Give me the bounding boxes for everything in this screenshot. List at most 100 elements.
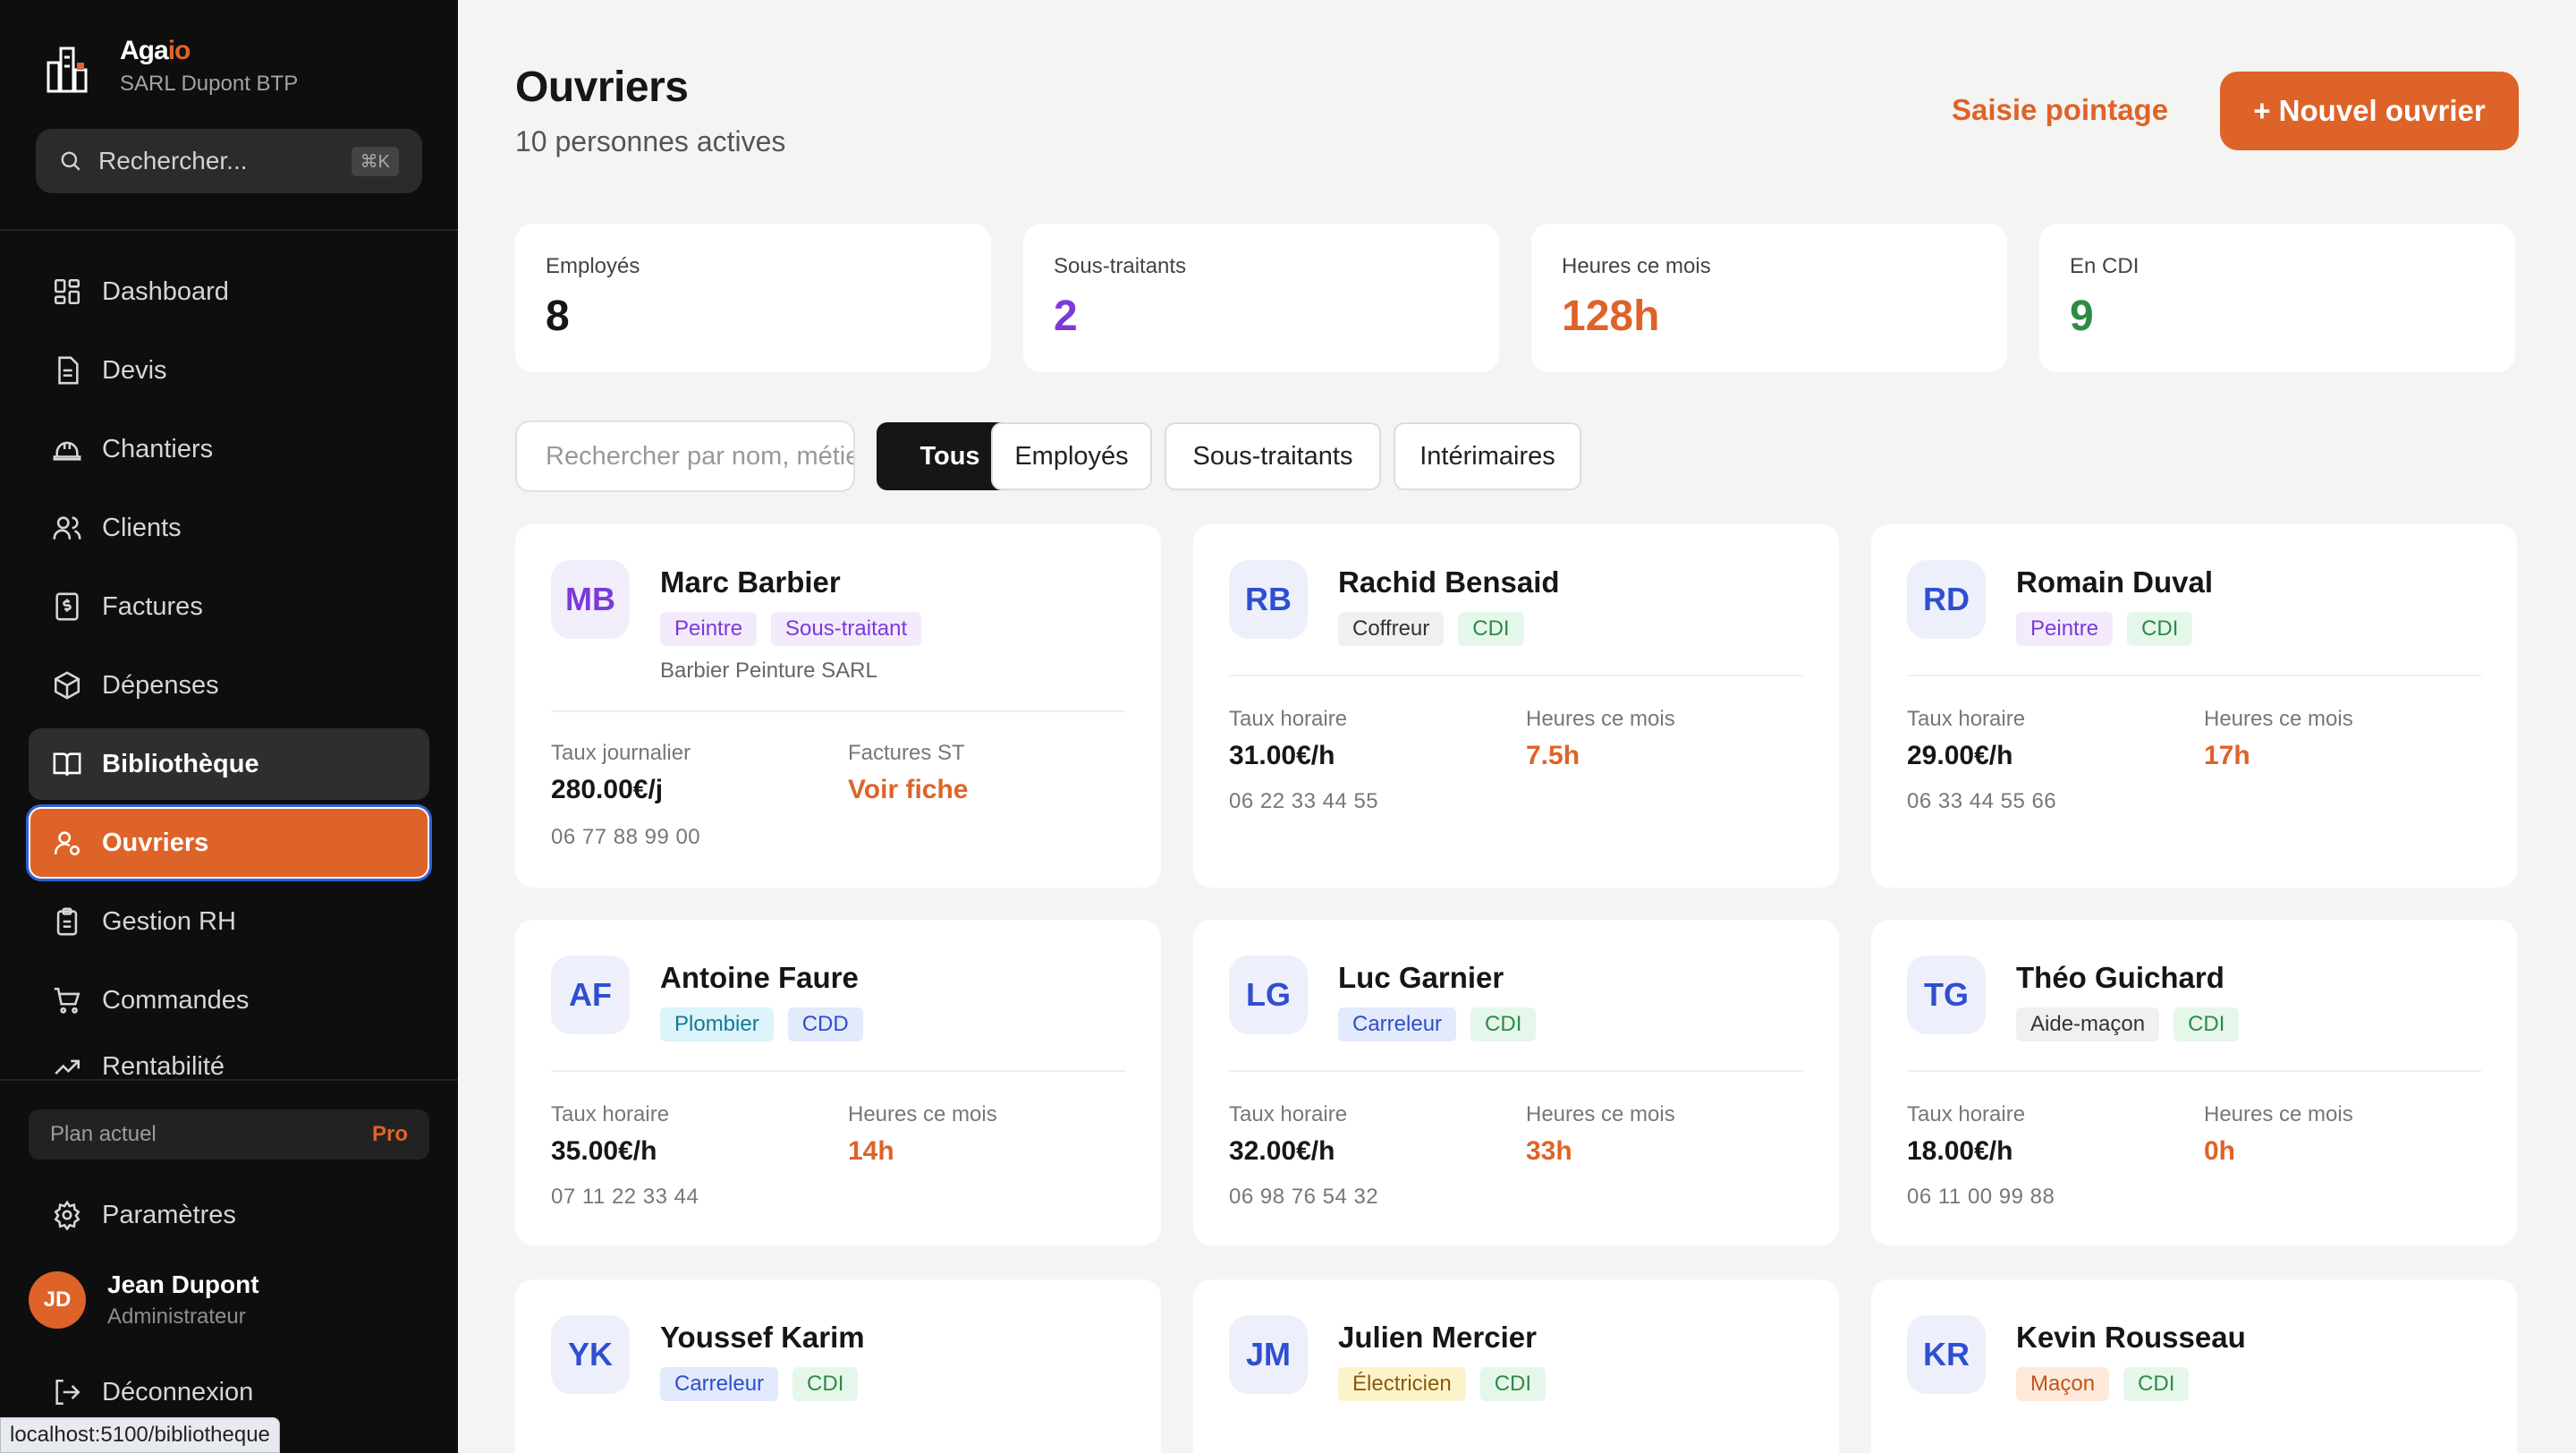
metric-rate: Taux journalier 280.00€/j [551, 741, 691, 805]
sidebar-item-depenses[interactable]: Dépenses [29, 650, 429, 721]
invoice-icon [55, 592, 79, 621]
metric-value: 32.00€/h [1229, 1136, 1335, 1166]
stat-card-heures: Heures ce mois 128h [1531, 224, 2007, 372]
worker-card[interactable]: TG Théo Guichard Aide-maçon CDI Taux hor… [1871, 920, 2517, 1245]
contract-tag: CDI [2123, 1367, 2190, 1401]
sidebar-item-gestion-rh[interactable]: Gestion RH [29, 886, 429, 957]
avatar: TG [1907, 956, 1986, 1034]
metric-label: Factures ST [848, 741, 965, 765]
metric-rate: Taux horaire 35.00€/h [551, 1102, 669, 1167]
contract-tag: CDI [1479, 1367, 1546, 1401]
sidebar-item-devis[interactable]: Devis [29, 335, 429, 406]
sidebar-item-parametres[interactable]: Paramètres [29, 1179, 429, 1251]
user-profile[interactable]: JD Jean Dupont Administrateur [29, 1270, 259, 1330]
metric-value: 7.5h [1526, 741, 1580, 770]
contract-tag: CDI [1458, 612, 1524, 646]
contract-tag: CDI [2127, 612, 2193, 646]
worker-search-input[interactable]: Rechercher par nom, métier... [515, 421, 855, 492]
worker-phone: 06 33 44 55 66 [1907, 789, 2057, 813]
brand[interactable]: Agaio SARL Dupont BTP [47, 34, 298, 97]
metric-hours: Heures ce mois 17h [2204, 707, 2353, 771]
worker-company: Barbier Peinture SARL [660, 659, 877, 683]
metric-value: 18.00€/h [1907, 1136, 2013, 1166]
contract-tag: CDD [787, 1007, 863, 1041]
sidebar-item-label: Chantiers [102, 434, 214, 463]
avatar: KR [1907, 1315, 1986, 1394]
gear-icon [54, 1200, 80, 1230]
worker-name: Youssef Karim [660, 1321, 865, 1354]
sidebar-item-label: Factures [102, 591, 203, 621]
stat-label: Heures ce mois [1562, 254, 1711, 278]
sidebar-item-factures[interactable]: Factures [29, 571, 429, 642]
worker-name: Théo Guichard [2016, 961, 2224, 994]
plan-indicator[interactable]: Plan actuel Pro [29, 1109, 429, 1160]
stat-card-cdi: En CDI 9 [2039, 224, 2515, 372]
metric-label: Heures ce mois [1526, 707, 1675, 731]
metric-value: 31.00€/h [1229, 741, 1335, 770]
worker-card[interactable]: JM Julien Mercier Électricien CDI [1193, 1279, 1839, 1453]
worker-name: Antoine Faure [660, 961, 859, 994]
worker-card-header: LG Luc Garnier Carreleur CDI [1229, 956, 1550, 1041]
sidebar-item-label: Commandes [102, 985, 250, 1015]
sidebar-item-ouvriers[interactable]: Ouvriers [29, 807, 429, 879]
metric-value: 0h [2204, 1136, 2236, 1166]
avatar: RD [1907, 560, 1986, 639]
stat-card-sous-traitants: Sous-traitants 2 [1023, 224, 1499, 372]
metric-label: Heures ce mois [2204, 1102, 2353, 1126]
contract-tag: Sous-traitant [771, 612, 922, 646]
view-sheet-link[interactable]: Voir fiche [848, 775, 968, 805]
chart-icon [55, 1059, 80, 1075]
browser-status-url: localhost:5100/bibliotheque [0, 1417, 280, 1453]
sidebar-search[interactable]: Rechercher... ⌘K [36, 129, 422, 193]
worker-name: Kevin Rousseau [2016, 1321, 2246, 1354]
filter-tab-interimaires[interactable]: Intérimaires [1394, 422, 1581, 490]
metric-rate: Taux horaire 31.00€/h [1229, 707, 1347, 771]
sidebar-item-bibliotheque[interactable]: Bibliothèque [29, 728, 429, 800]
avatar: YK [551, 1315, 630, 1394]
worker-card[interactable]: MB Marc Barbier Peintre Sous-traitant Ba… [515, 524, 1161, 888]
worker-card[interactable]: AF Antoine Faure Plombier CDD Taux horai… [515, 920, 1161, 1245]
card-divider [551, 1070, 1125, 1072]
sidebar-item-label: Devis [102, 355, 167, 385]
worker-card[interactable]: LG Luc Garnier Carreleur CDI Taux horair… [1193, 920, 1839, 1245]
sidebar-item-rentabilite[interactable]: Rentabilité [29, 1043, 429, 1079]
metric-value: 29.00€/h [1907, 741, 2013, 770]
saisie-pointage-button[interactable]: Saisie pointage [1952, 93, 2168, 127]
sidebar-item-commandes[interactable]: Commandes [29, 964, 429, 1036]
stat-label: En CDI [2070, 254, 2140, 278]
sidebar-item-clients[interactable]: Clients [29, 492, 429, 564]
filter-tab-sous-traitants[interactable]: Sous-traitants [1165, 422, 1381, 490]
sidebar-divider [0, 229, 458, 231]
metric-invoices: Factures ST Voir fiche [848, 741, 968, 805]
metric-label: Heures ce mois [1526, 1102, 1675, 1126]
worker-icon [54, 831, 80, 856]
worker-card[interactable]: RD Romain Duval Peintre CDI Taux horaire… [1871, 524, 2517, 888]
trade-tag: Électricien [1338, 1367, 1466, 1401]
worker-card[interactable]: KR Kevin Rousseau Maçon CDI [1871, 1279, 2517, 1453]
cart-icon [54, 987, 80, 1014]
new-worker-button[interactable]: + Nouvel ouvrier [2220, 72, 2519, 150]
users-icon [53, 516, 81, 540]
worker-card[interactable]: RB Rachid Bensaid Coffreur CDI Taux hora… [1193, 524, 1839, 888]
trade-tag: Maçon [2016, 1367, 2110, 1401]
worker-name: Luc Garnier [1338, 961, 1504, 994]
sidebar-item-dashboard[interactable]: Dashboard [29, 256, 429, 327]
avatar: MB [551, 560, 630, 639]
stat-card-employes: Employés 8 [515, 224, 991, 372]
worker-card-header: TG Théo Guichard Aide-maçon CDI [1907, 956, 2253, 1041]
metric-label: Heures ce mois [2204, 707, 2353, 731]
filter-tab-employes[interactable]: Employés [991, 422, 1152, 490]
avatar: LG [1229, 956, 1308, 1034]
sidebar-item-label: Rentabilité [102, 1052, 225, 1079]
avatar: JM [1229, 1315, 1308, 1394]
worker-card[interactable]: YK Youssef Karim Carreleur CDI [515, 1279, 1161, 1453]
metric-value: 35.00€/h [551, 1136, 657, 1166]
metric-label: Taux horaire [1907, 1102, 2026, 1126]
trade-tag: Peintre [660, 612, 758, 646]
stat-label: Employés [546, 254, 640, 278]
sidebar-item-chantiers[interactable]: Chantiers [29, 413, 429, 485]
worker-name: Romain Duval [2016, 565, 2214, 599]
avatar: AF [551, 956, 630, 1034]
metric-label: Taux horaire [1229, 1102, 1348, 1126]
card-divider [1907, 1070, 2481, 1072]
